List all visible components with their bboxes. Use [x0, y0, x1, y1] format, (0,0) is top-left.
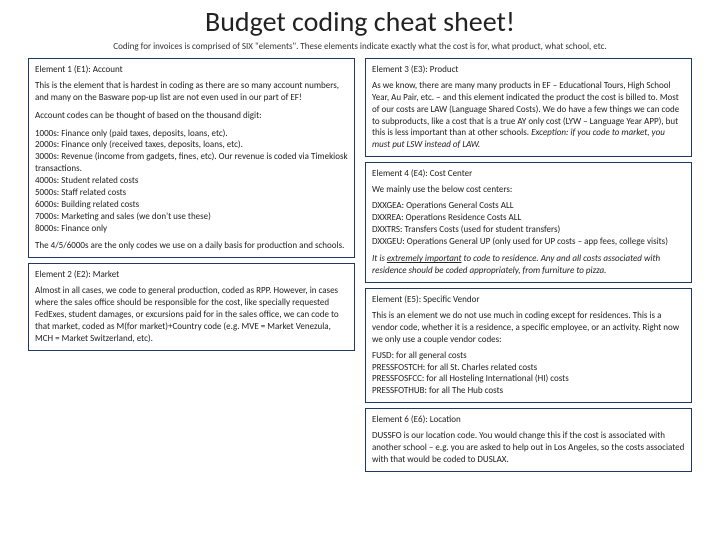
element-5-box: Element (E5): Specific Vendor This is an… — [365, 288, 692, 403]
e1-p1: This is the element that is hardest in c… — [35, 80, 348, 104]
element-6-box: Element 6 (E6): Location DUSSFO is our l… — [365, 408, 692, 472]
e4-title: Element 4 (E4): Cost Center — [372, 168, 685, 180]
e1-p2: Account codes can be thought of based on… — [35, 110, 348, 122]
element-3-box: Element 3 (E3): Product As we know, ther… — [365, 58, 692, 157]
e4-p3b: extremely important — [387, 253, 462, 264]
page-title: Budget coding cheat sheet! — [0, 4, 720, 39]
e3-p1: As we know, there are many many products… — [372, 80, 685, 151]
e4-p1: We mainly use the below cost centers: — [372, 184, 685, 196]
e5-p1: This is an element we do not use much in… — [372, 310, 685, 346]
element-4-box: Element 4 (E4): Cost Center We mainly us… — [365, 162, 692, 283]
e6-title: Element 6 (E6): Location — [372, 414, 685, 426]
e5-title: Element (E5): Specific Vendor — [372, 294, 685, 306]
element-2-box: Element 2 (E2): Market Almost in all cas… — [28, 263, 355, 350]
e2-title: Element 2 (E2): Market — [35, 269, 348, 281]
e4-p3a: It is — [372, 253, 387, 264]
e1-p4: The 4/5/6000s are the only codes we use … — [35, 240, 348, 252]
page-subtitle: Coding for invoices is comprised of SIX … — [0, 41, 720, 52]
e1-p3: 1000s: Finance only (paid taxes, deposit… — [35, 128, 348, 235]
e5-p2: FUSD: for all general costs PRESSFOSTCH:… — [372, 350, 685, 398]
element-1-box: Element 1 (E1): Account This is the elem… — [28, 58, 355, 258]
e1-title: Element 1 (E1): Account — [35, 64, 348, 76]
left-column: Element 1 (E1): Account This is the elem… — [28, 58, 355, 472]
e4-p3: It is extremely important to code to res… — [372, 253, 685, 277]
e3-title: Element 3 (E3): Product — [372, 64, 685, 76]
e2-p1: Almost in all cases, we code to general … — [35, 285, 348, 344]
right-column: Element 3 (E3): Product As we know, ther… — [365, 58, 692, 472]
e4-p2: DXXGEA: Operations General Costs ALL DXX… — [372, 200, 685, 248]
e6-p1: DUSSFO is our location code. You would c… — [372, 430, 685, 466]
